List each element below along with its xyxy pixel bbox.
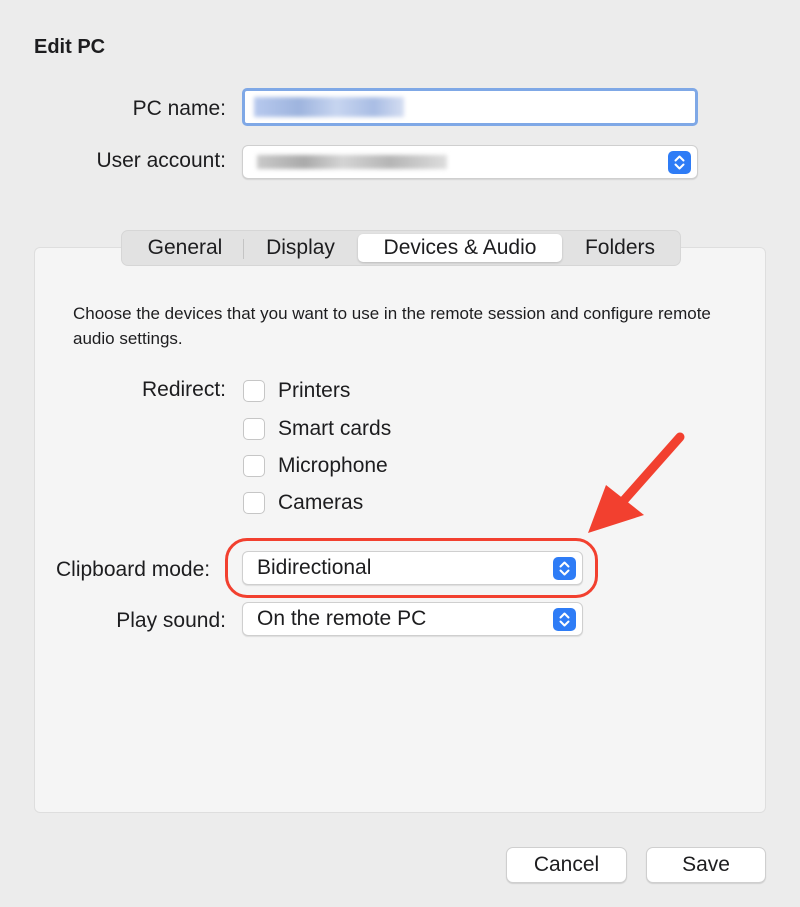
microphone-label: Microphone [278, 454, 388, 477]
user-account-label: User account: [96, 149, 226, 172]
tab-folders[interactable]: Folders [568, 234, 672, 262]
redirect-label: Redirect: [141, 378, 226, 401]
clipboard-mode-label: Clipboard mode: [56, 558, 211, 581]
tab-divider [243, 239, 244, 259]
up-down-chevron-icon [668, 151, 691, 174]
dialog-title: Edit PC [34, 36, 106, 58]
play-sound-value: On the remote PC [257, 607, 427, 630]
tab-display[interactable]: Display [248, 234, 353, 262]
tab-bar: General Display Devices & Audio Folders [121, 230, 681, 266]
play-sound-select[interactable]: On the remote PC [242, 602, 583, 636]
printers-label: Printers [278, 379, 351, 402]
cameras-checkbox[interactable] [243, 492, 265, 514]
smart-cards-label: Smart cards [278, 417, 392, 440]
microphone-checkbox[interactable] [243, 455, 265, 477]
pc-name-input[interactable] [242, 88, 698, 126]
up-down-chevron-icon [553, 608, 576, 631]
pc-name-label: PC name: [132, 97, 226, 120]
save-button[interactable]: Save [646, 847, 766, 883]
tab-devices-audio[interactable]: Devices & Audio [358, 234, 562, 262]
tab-general[interactable]: General [130, 234, 240, 262]
user-account-redacted-value [257, 155, 447, 169]
user-account-select[interactable] [242, 145, 698, 179]
printers-checkbox[interactable] [243, 380, 265, 402]
devices-description: Choose the devices that you want to use … [73, 304, 711, 348]
play-sound-label: Play sound: [116, 609, 226, 632]
cancel-button[interactable]: Cancel [506, 847, 627, 883]
cameras-label: Cameras [278, 491, 364, 514]
smart-cards-checkbox[interactable] [243, 418, 265, 440]
highlight-outline [225, 538, 598, 598]
red-arrow-icon [588, 432, 685, 533]
